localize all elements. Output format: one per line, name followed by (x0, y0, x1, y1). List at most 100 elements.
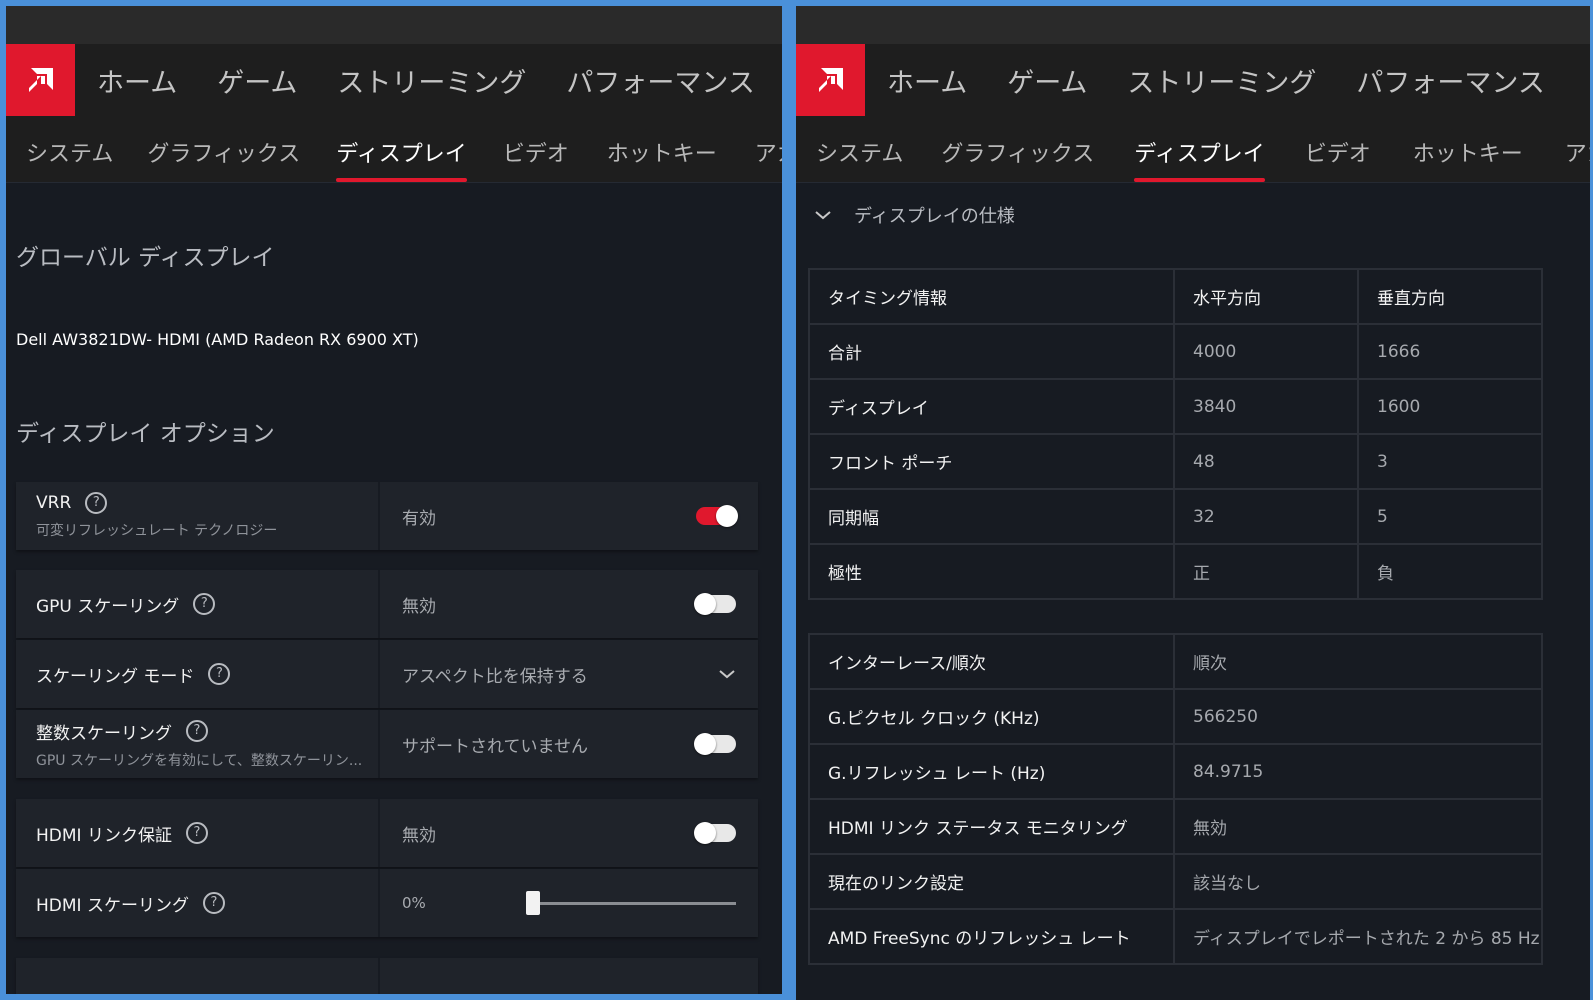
help-icon[interactable]: ? (186, 720, 208, 742)
tab-video[interactable]: ビデオ (503, 136, 569, 182)
info-value: 該当なし (1173, 853, 1543, 910)
row-horizontal: 48 (1173, 433, 1359, 490)
info-label: AMD FreeSync のリフレッシュ レート (808, 908, 1175, 965)
table-row: 同期幅 32 5 (808, 488, 1543, 545)
tab-display[interactable]: ディスプレイ (1134, 136, 1266, 182)
info-label: HDMI リンク ステータス モニタリング (808, 798, 1175, 855)
gpu-scaling-row: GPU スケーリング? 無効 (16, 570, 758, 638)
amd-logo-icon[interactable] (6, 44, 75, 116)
tab-video[interactable]: ビデオ (1305, 136, 1371, 182)
gpu-scaling-toggle[interactable] (694, 593, 736, 615)
vrr-value: 有効 (402, 508, 436, 529)
hdmi-link-toggle[interactable] (694, 822, 736, 844)
main-nav: ホーム ゲーム ストリーミング パフォーマンス (796, 44, 1590, 116)
global-display-title: グローバル ディスプレイ (16, 245, 275, 271)
nav-performance[interactable]: パフォーマンス (566, 61, 754, 100)
info-label: G.リフレッシュ レート (Hz) (808, 743, 1175, 800)
tab-hotkeys[interactable]: ホットキー (1413, 136, 1523, 182)
row-label: ディスプレイ (808, 378, 1175, 435)
help-icon[interactable]: ? (85, 492, 108, 514)
header-vertical: 垂直方向 (1357, 268, 1543, 325)
table-row: G.リフレッシュ レート (Hz) 84.9715 (808, 743, 1543, 800)
nav-streaming[interactable]: ストリーミング (1127, 61, 1316, 100)
tab-hotkeys[interactable]: ホットキー (607, 136, 717, 182)
integer-scaling-sub: GPU スケーリングを有効にして、整数スケーリン... (36, 752, 363, 769)
row-horizontal: 4000 (1173, 323, 1359, 380)
header-horizontal: 水平方向 (1173, 268, 1359, 325)
row-label: 極性 (808, 543, 1175, 600)
table-header-row: タイミング情報 水平方向 垂直方向 (808, 268, 1543, 325)
info-value: 無効 (1173, 798, 1543, 855)
tab-system[interactable]: システム (816, 136, 903, 182)
integer-scaling-value: サポートされていません (402, 736, 588, 757)
device-name: Dell AW3821DW- HDMI (AMD Radeon RX 6900 … (16, 330, 419, 349)
scaling-mode-dropdown[interactable]: アスペクト比を保持する (380, 640, 758, 708)
tab-graphics[interactable]: グラフィックス (147, 136, 300, 182)
help-icon[interactable]: ? (202, 892, 225, 914)
info-label: G.ピクセル クロック (KHz) (808, 688, 1175, 745)
nav-gaming[interactable]: ゲーム (1007, 61, 1087, 100)
hdmi-group: HDMI リンク保証? 無効 HDMI スケーリング? 0% (16, 799, 758, 937)
hdmi-scaling-slider[interactable] (526, 891, 736, 915)
table-row: ディスプレイ 3840 1600 (808, 378, 1543, 435)
title-bar (796, 6, 1590, 44)
table-row: G.ピクセル クロック (KHz) 566250 (808, 688, 1543, 745)
integer-scaling-toggle[interactable] (694, 733, 736, 755)
scaling-mode-row: スケーリング モード? アスペクト比を保持する (16, 640, 758, 708)
info-value: ディスプレイでレポートされた 2 から 85 Hz (1173, 908, 1543, 965)
nav-home[interactable]: ホーム (97, 61, 177, 100)
chevron-down-icon (719, 670, 735, 679)
help-icon[interactable]: ? (185, 822, 208, 844)
row-vertical: 負 (1357, 543, 1543, 600)
row-horizontal: 3840 (1173, 378, 1359, 435)
help-icon[interactable]: ? (193, 593, 216, 615)
row-label: 同期幅 (808, 488, 1175, 545)
hdmi-scaling-value: 0% (402, 894, 426, 912)
main-nav: ホーム ゲーム ストリーミング パフォーマンス (6, 44, 782, 116)
slider-thumb[interactable] (526, 891, 540, 915)
info-value: 順次 (1173, 633, 1543, 690)
hdmi-link-label: HDMI リンク保証 (36, 825, 172, 846)
tab-account[interactable]: アカウント (755, 136, 782, 182)
tab-account[interactable]: アカウント (1565, 136, 1590, 182)
display-options-title: ディスプレイ オプション (16, 421, 275, 447)
amd-logo-icon[interactable] (796, 44, 865, 116)
nav-performance[interactable]: パフォーマンス (1356, 61, 1544, 100)
hdmi-scaling-row: HDMI スケーリング? 0% (16, 869, 758, 937)
row-vertical: 1600 (1357, 378, 1543, 435)
table-row: インターレース/順次 順次 (808, 633, 1543, 690)
sub-nav: システム グラフィックス ディスプレイ ビデオ ホットキー アカウント (6, 116, 782, 183)
scaling-group: GPU スケーリング? 無効 スケーリング モード? アスペクト比を保持する 整… (16, 570, 758, 778)
hdmi-scaling-label: HDMI スケーリング (36, 895, 189, 916)
scaling-mode-value: アスペクト比を保持する (402, 666, 588, 687)
table-row: フロント ポーチ 48 3 (808, 433, 1543, 490)
nav-streaming[interactable]: ストリーミング (337, 61, 526, 100)
timing-table: タイミング情報 水平方向 垂直方向 合計 4000 1666 ディスプレイ 38… (808, 268, 1543, 600)
table-row: AMD FreeSync のリフレッシュ レート ディスプレイでレポートされた … (808, 908, 1543, 965)
display-spec-toggle[interactable]: ディスプレイの仕様 (814, 202, 1015, 228)
hdmi-link-row: HDMI リンク保証? 無効 (16, 799, 758, 867)
hdmi-link-value: 無効 (402, 825, 436, 846)
right-panel: ホーム ゲーム ストリーミング パフォーマンス システム グラフィックス ディス… (796, 6, 1590, 1000)
nav-gaming[interactable]: ゲーム (217, 61, 297, 100)
nav-home[interactable]: ホーム (887, 61, 967, 100)
info-label: 現在のリンク設定 (808, 853, 1175, 910)
table-row: HDMI リンク ステータス モニタリング 無効 (808, 798, 1543, 855)
table-row: 合計 4000 1666 (808, 323, 1543, 380)
integer-scaling-row: 整数スケーリング? GPU スケーリングを有効にして、整数スケーリン... サポ… (16, 710, 758, 778)
help-icon[interactable]: ? (208, 663, 231, 685)
row-horizontal: 正 (1173, 543, 1359, 600)
row-label: 合計 (808, 323, 1175, 380)
left-panel: ホーム ゲーム ストリーミング パフォーマンス システム グラフィックス ディス… (6, 6, 782, 994)
table-row: 現在のリンク設定 該当なし (808, 853, 1543, 910)
row-vertical: 1666 (1357, 323, 1543, 380)
row-horizontal: 32 (1173, 488, 1359, 545)
tab-system[interactable]: システム (26, 136, 113, 182)
header-timing: タイミング情報 (808, 268, 1175, 325)
vrr-toggle[interactable] (696, 505, 738, 527)
info-label: インターレース/順次 (808, 633, 1175, 690)
tab-display[interactable]: ディスプレイ (336, 136, 468, 182)
next-row-partial (16, 958, 758, 994)
info-value: 84.9715 (1173, 743, 1543, 800)
tab-graphics[interactable]: グラフィックス (941, 136, 1094, 182)
